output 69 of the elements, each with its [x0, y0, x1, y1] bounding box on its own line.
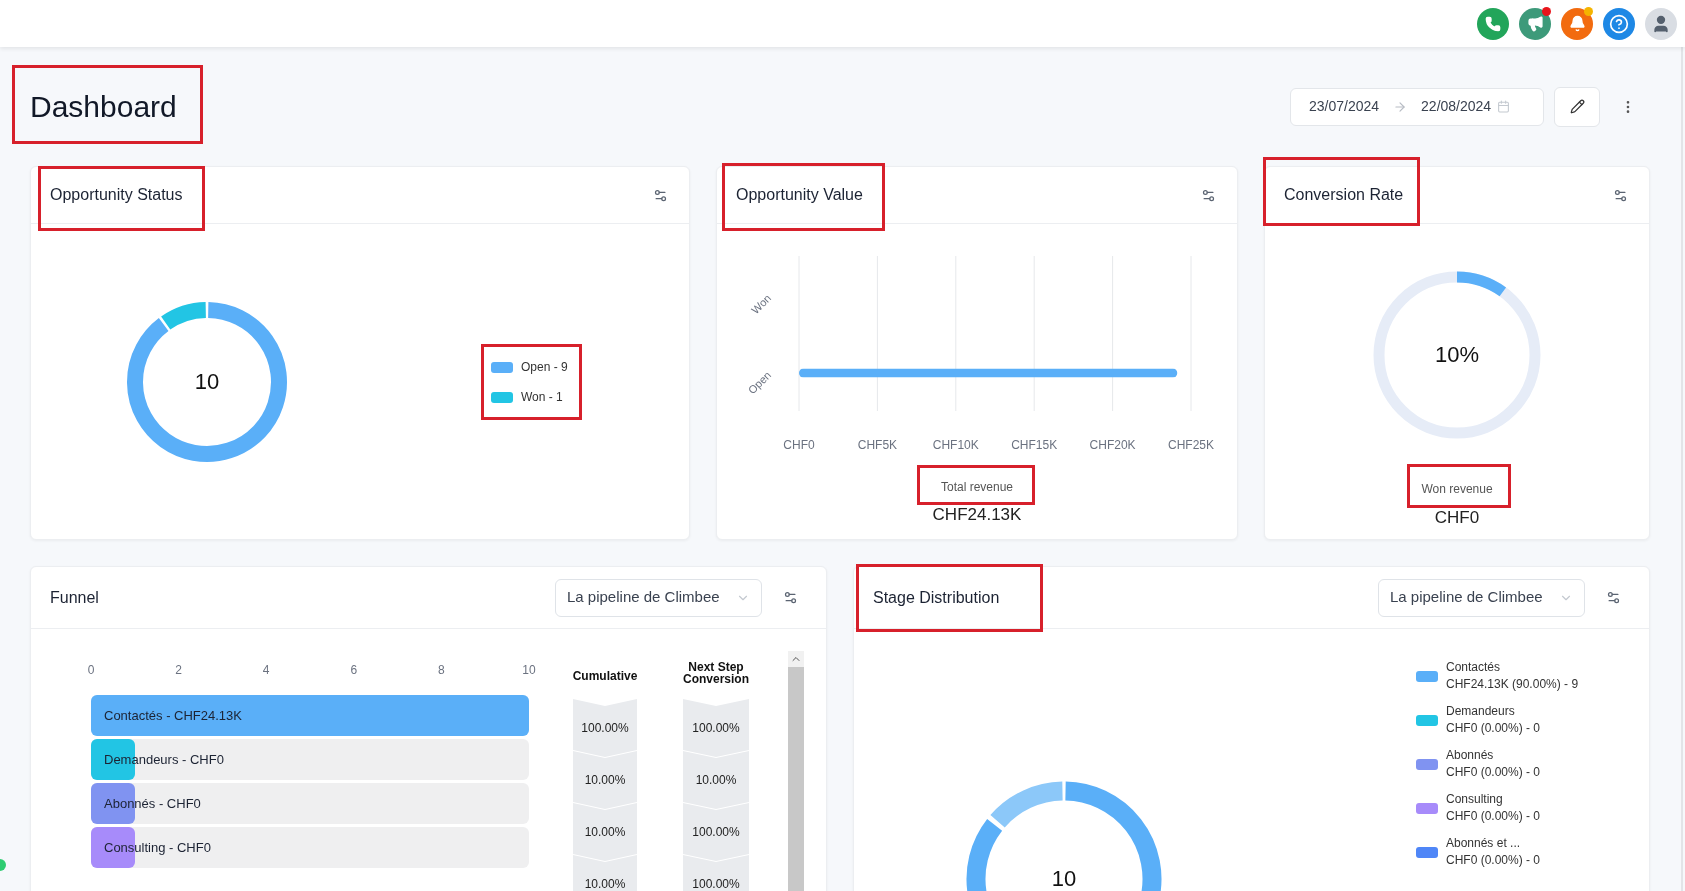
bell-icon: [1568, 15, 1586, 32]
axis-tick-label: CHF5K: [857, 438, 898, 452]
column-header: Cumulative: [572, 668, 638, 685]
legend-label: Abonnés: [1446, 747, 1495, 764]
date-range-picker[interactable]: 23/07/2024 22/08/2024: [1290, 87, 1544, 126]
legend-detail: CHF24.13K (90.00%) - 9: [1446, 676, 1579, 693]
funnel-bar-label: Contactés - CHF24.13K: [104, 708, 242, 723]
conversion-percentage: 10%: [1435, 343, 1479, 367]
axis-tick-label: 4: [262, 662, 270, 679]
axis-tick-label: 2: [175, 662, 182, 679]
card-title: Opportunity Status: [50, 186, 183, 203]
won-revenue-value: CHF0: [1434, 508, 1480, 528]
legend-label: Abonnés et ...: [1446, 835, 1522, 852]
scrollbar[interactable]: [788, 651, 804, 891]
metric-label: Won revenue: [1421, 482, 1493, 496]
axis-tick-label: CHF15K: [1011, 438, 1058, 452]
help-button[interactable]: [1603, 7, 1635, 40]
total-revenue-value: CHF24.13K: [931, 505, 1023, 525]
help-icon: [1609, 13, 1629, 34]
pipeline-dropdown[interactable]: La pipeline de Climbee: [1378, 578, 1585, 617]
card-title: Opportunity Value: [736, 186, 863, 203]
axis-tick-label: CHF25K: [1168, 438, 1214, 452]
axis-category-label: Won: [748, 291, 774, 317]
legend-label: Consulting: [1446, 791, 1504, 808]
card-title: Stage Distribution: [873, 588, 1000, 606]
cumulative-chevron: 10.00%: [573, 855, 637, 891]
donut-center-value: 10: [194, 370, 220, 394]
column-header: Next Step Conversion: [683, 659, 749, 688]
card-title: Funnel: [50, 587, 99, 608]
conversion-chevron: 100.00%: [683, 855, 749, 891]
bell-button[interactable]: [1561, 7, 1593, 40]
axis-tick-label: CHF10K: [932, 438, 979, 452]
axis-tick-label: CHF0: [783, 438, 815, 452]
pipeline-dropdown[interactable]: La pipeline de Climbee: [555, 578, 762, 617]
axis-tick-label: 8: [438, 662, 445, 679]
legend-label: Won - 1: [521, 389, 563, 406]
phone-icon: [1485, 15, 1501, 32]
axis-tick-label: 10: [522, 662, 536, 679]
legend-detail: CHF0 (0.00%) - 0: [1446, 852, 1541, 869]
edit-button[interactable]: [1554, 86, 1600, 127]
sliders-icon: [1200, 187, 1216, 203]
sliders-icon: [782, 590, 798, 605]
legend-detail: CHF0 (0.00%) - 0: [1446, 720, 1541, 737]
user-icon: [1651, 13, 1671, 34]
end-date: 22/08/2024: [1421, 97, 1492, 116]
legend-label: Demandeurs: [1446, 703, 1516, 720]
axis-tick-label: 6: [350, 662, 358, 679]
funnel-bar-label: Consulting - CHF0: [104, 840, 211, 855]
start-date: 23/07/2024: [1309, 97, 1380, 116]
sliders-icon: [1612, 187, 1628, 203]
legend-label: Contactés: [1446, 659, 1502, 676]
axis-tick-label: 0: [87, 662, 95, 679]
legend-label: Open - 9: [521, 359, 568, 376]
megaphone-icon: [1526, 15, 1544, 32]
arrow-right-icon: [1393, 99, 1408, 114]
legend-detail: CHF0 (0.00%) - 0: [1446, 808, 1541, 825]
donut-center-value: 10: [1051, 867, 1077, 891]
axis-tick-label: CHF20K: [1089, 438, 1136, 452]
sliders-icon: [1605, 590, 1621, 605]
pencil-icon: [1569, 99, 1585, 114]
avatar[interactable]: [1645, 7, 1677, 40]
legend-detail: CHF0 (0.00%) - 0: [1446, 764, 1541, 781]
calendar-icon: [1497, 100, 1511, 113]
axis-title: Total revenue: [940, 480, 1013, 494]
megaphone-button[interactable]: [1519, 7, 1551, 40]
phone-button[interactable]: [1477, 7, 1509, 40]
page-title: Dashboard: [30, 89, 177, 125]
sliders-icon: [652, 187, 668, 203]
card-title: Conversion Rate: [1284, 186, 1404, 203]
